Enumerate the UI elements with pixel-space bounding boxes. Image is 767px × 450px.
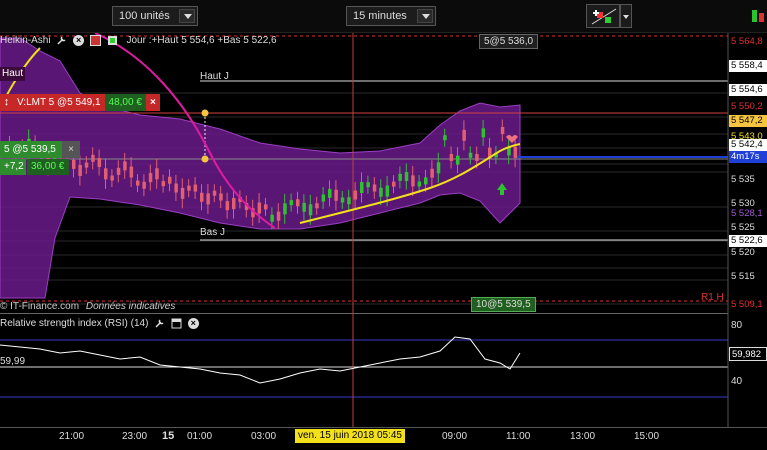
position-change: +7,2 (0, 159, 26, 175)
close-icon[interactable]: × (73, 35, 85, 46)
rsi-header: Relative strength index (RSI) (14) × (0, 318, 199, 332)
rsi-left-value: 59,99 (0, 356, 26, 367)
bottom-order-tag: 10@5 539,5 (471, 297, 536, 312)
rsi-title[interactable]: Relative strength index (RSI) (14) (0, 318, 148, 329)
credit: © IT-Finance.com Données indicatives (0, 301, 175, 312)
position-tag[interactable]: 5 @5 539,5 × +7,2 36,00 € (0, 141, 80, 175)
price-label: 5 535 (731, 174, 755, 185)
cursor-date: ven. 15 juin 2018 05:45 (295, 429, 405, 443)
time-label: 21:00 (59, 431, 85, 442)
price-label: 5 525 (731, 222, 755, 233)
haut-j-label: Haut J (200, 71, 229, 82)
order-handle (201, 109, 209, 117)
export-icon[interactable] (107, 35, 118, 46)
position-label: 5 @5 539,5 (0, 141, 62, 158)
instrument-name[interactable]: Heikin-Ashi (0, 35, 51, 46)
units-dropdown[interactable]: 100 unités (112, 6, 198, 26)
chevron-down-icon[interactable] (179, 9, 195, 23)
countdown: 4m17s (729, 151, 767, 163)
top-left-label: Haut (0, 67, 26, 81)
price-label: 5 542,4 (729, 139, 767, 151)
price-label: 5 522,6 (729, 235, 767, 247)
rsi-level-80: 80 (731, 320, 743, 331)
position-handle (201, 155, 209, 163)
move-icon[interactable]: ↕ (0, 94, 13, 111)
position-pl: 36,00 € (27, 159, 69, 175)
chart-header: Heikin-Ashi × Jour :+Haut 5 554,6 +Bas 5… (0, 35, 277, 49)
rsi-current-value: 59,982 (729, 347, 767, 361)
time-label: 13:00 (570, 431, 596, 442)
chevron-down-icon[interactable] (417, 9, 433, 23)
wrench-icon[interactable] (56, 35, 67, 46)
price-label: 5 509,1 (731, 299, 763, 310)
close-position-icon[interactable]: × (62, 141, 80, 158)
price-label: 5 564,8 (731, 36, 763, 47)
drawing-tools-icon (591, 8, 617, 25)
time-label: 01:00 (187, 431, 213, 442)
price-label: 5 558,4 (729, 60, 767, 72)
time-label: 03:00 (251, 431, 277, 442)
day-label: 15 (162, 430, 175, 442)
interval-dropdown[interactable]: 15 minutes (346, 6, 436, 26)
wrench-icon[interactable] (154, 318, 165, 329)
price-label: 5 547,2 (729, 115, 767, 127)
drawing-tools-button[interactable] (586, 4, 620, 28)
window-icon[interactable] (171, 318, 182, 329)
main-chart[interactable] (0, 33, 767, 313)
bas-j-label: Bas J (200, 227, 226, 238)
chevron-down-icon[interactable] (620, 4, 632, 28)
r1-label: R1 H (701, 292, 724, 303)
price-label: 5 554,6 (729, 84, 767, 96)
price-label: 5 515 (731, 271, 755, 282)
interval-value: 15 minutes (353, 10, 407, 22)
daily-info: Jour :+Haut 5 554,6 +Bas 5 522,6 (126, 35, 277, 47)
cursor-price-tag: 5@5 536,0 (479, 34, 539, 49)
close-icon[interactable]: × (187, 318, 199, 329)
price-label: 5 520 (731, 247, 755, 258)
order-label: V:LMT 5 @5 549,1 (13, 94, 105, 111)
cancel-order-icon[interactable]: × (145, 94, 160, 111)
price-label: 5 550,2 (731, 101, 763, 112)
credit-note: Données indicatives (85, 301, 176, 312)
rsi-level-40: 40 (731, 376, 743, 387)
price-label: 5 528,1 (731, 208, 763, 219)
order-pl: 48,00 € (104, 94, 146, 111)
time-label: 09:00 (442, 431, 468, 442)
toolbar: 100 unités 15 minutes (0, 0, 767, 33)
alert-icon[interactable] (89, 35, 101, 46)
settings-icon[interactable] (748, 4, 767, 28)
time-label: 11:00 (506, 431, 531, 442)
credit-source: © IT-Finance.com (0, 301, 80, 312)
time-axis: 21:00 23:00 15 01:00 03:00 09:00 11:00 1… (0, 427, 767, 450)
time-label: 15:00 (634, 431, 660, 442)
units-value: 100 unités (119, 10, 170, 22)
order-tag[interactable]: ↕ V:LMT 5 @5 549,1 48,00 € × (0, 94, 160, 111)
time-label: 23:00 (122, 431, 148, 442)
